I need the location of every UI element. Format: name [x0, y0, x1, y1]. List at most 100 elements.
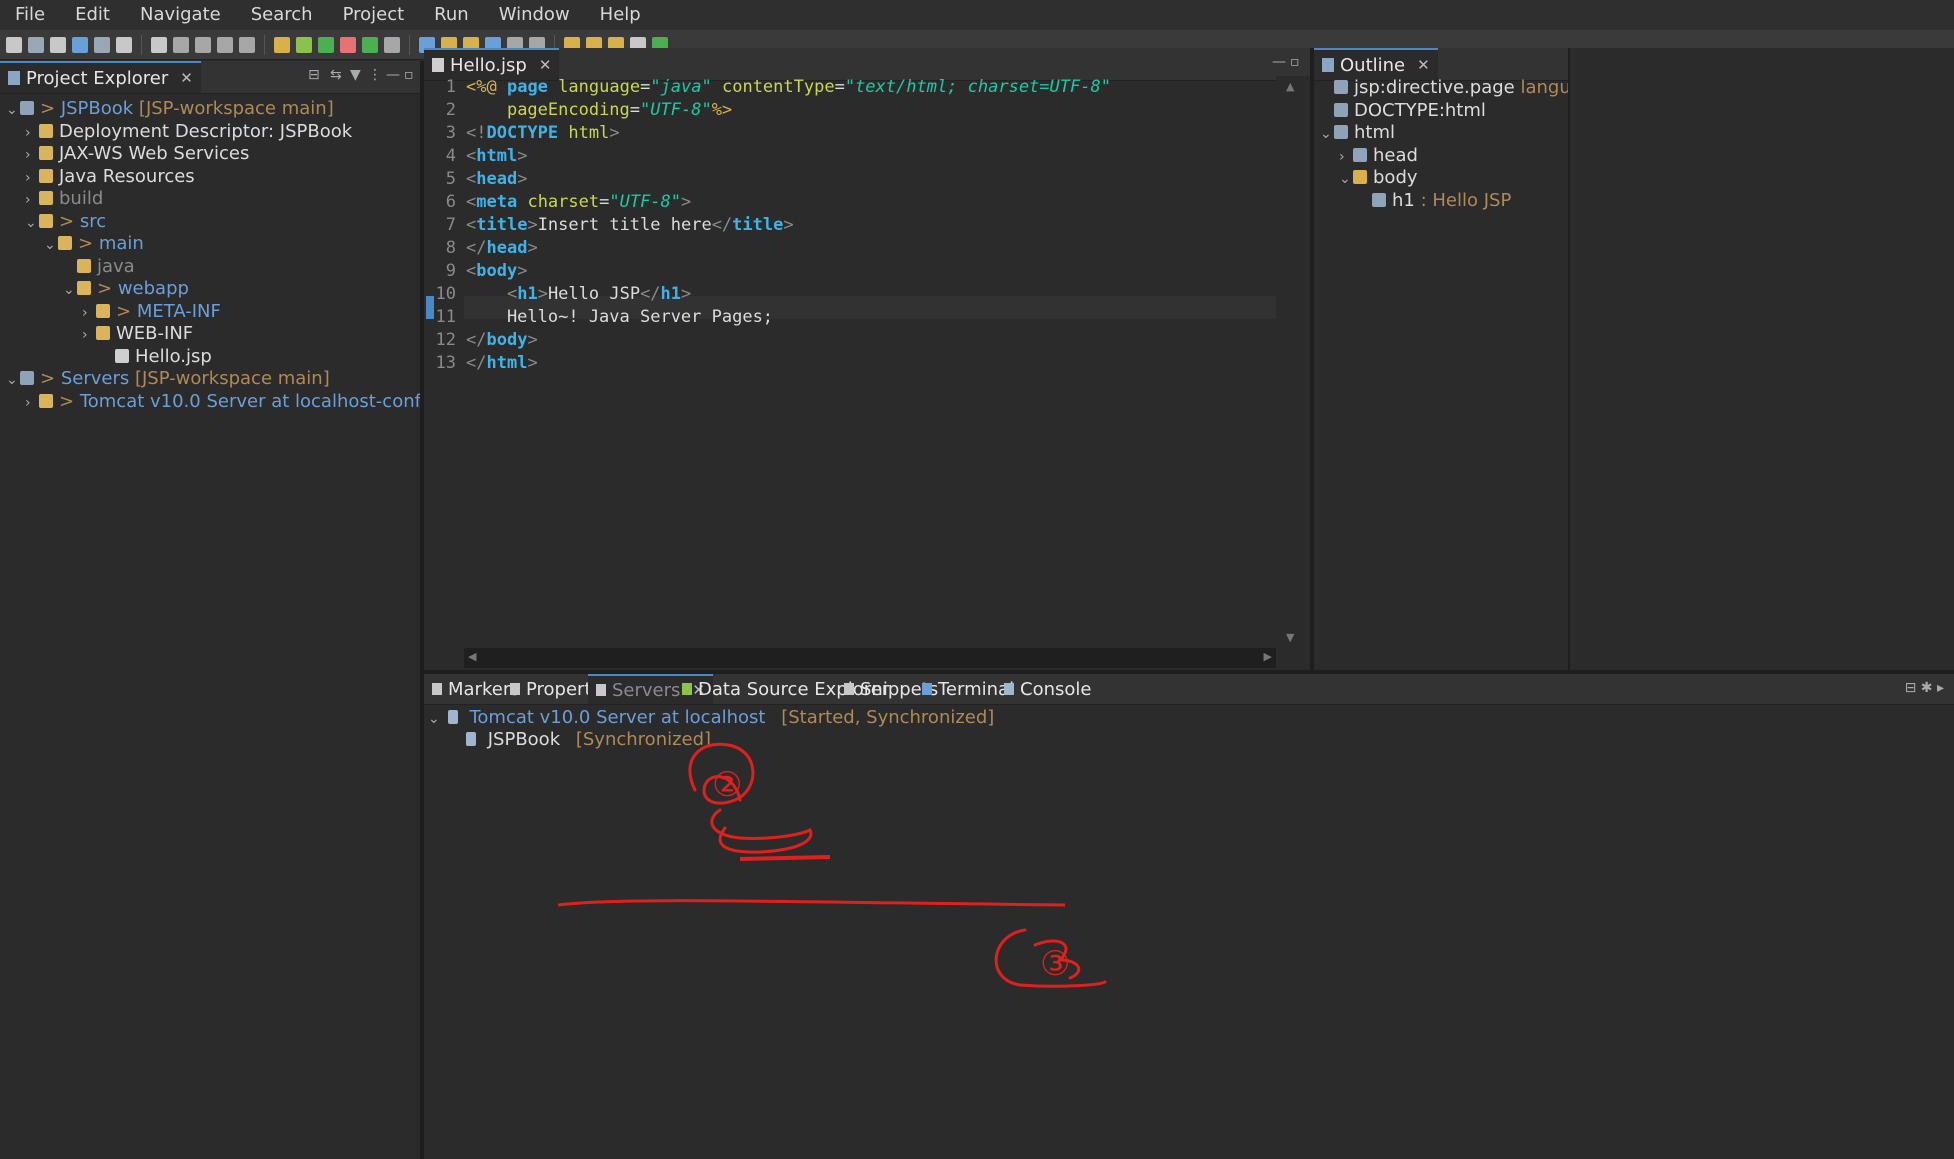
collapse-arrow-icon[interactable]: ⌄	[63, 276, 77, 304]
folder-icon	[39, 123, 53, 138]
outline-tree: jsp:directive.page language=javaDOCTYPE:…	[1314, 74, 1657, 374]
view-menu-icon[interactable]: ⋮	[368, 67, 382, 83]
jsp-file-icon	[432, 58, 444, 72]
project-tree: ⌄ > JSPBook [JSP-workspace main] › Deployme…	[0, 95, 437, 1095]
tab-icon	[596, 684, 606, 696]
collapse-arrow-icon[interactable]: ⌄	[6, 366, 20, 394]
scroll-left-icon[interactable]: ◀	[468, 650, 476, 663]
folder-icon	[39, 213, 53, 228]
folder-icon	[77, 281, 91, 295]
dirty-marker: >	[97, 278, 118, 299]
toolbar-button-icon[interactable]	[94, 36, 110, 53]
expand-arrow-icon[interactable]: ›	[82, 321, 96, 349]
bottom-panel: Markers Properties Servers ✕ Data Source Exp…	[424, 674, 1954, 1159]
minimize-icon[interactable]: —	[386, 67, 400, 83]
code-area[interactable]: 1 2 3 4 5 6 7 8 9 10 11 12 13 <%@ page language="jav…	[424, 76, 1310, 670]
tree-item-label: src	[79, 210, 107, 232]
toolbar-button-icon[interactable]	[318, 36, 334, 53]
expand-arrow-icon[interactable]: ›	[25, 389, 39, 417]
menu-item-edit[interactable]: Edit	[60, 0, 125, 30]
tree-item-tomcat-v10-0-server-at-localhost-config[interactable]: › > Tomcat v10.0 Server at localhost-conf…	[25, 388, 437, 416]
toolbar-button-icon[interactable]	[217, 36, 233, 53]
toolbar-button-icon[interactable]	[116, 36, 132, 53]
toolbar-button-icon[interactable]	[274, 36, 290, 53]
tab-project-explorer[interactable]: Project Explorer ✕	[0, 61, 201, 93]
tab-icon	[1004, 683, 1014, 695]
panel-actions: ⊟ ✱ ▸	[1905, 680, 1944, 696]
toolbar-button-icon[interactable]	[151, 36, 167, 53]
line-number: 9	[445, 261, 456, 281]
tab-console[interactable]: Console	[996, 674, 1099, 704]
outline-item-label: body	[1373, 167, 1418, 188]
collapse-icon[interactable]: ⊟	[1905, 680, 1917, 696]
outline-item-label: jsp:directive.page	[1354, 77, 1515, 98]
collapse-arrow-icon[interactable]: ⌄	[25, 209, 39, 237]
menu-item-navigate[interactable]: Navigate	[125, 0, 236, 30]
collapse-arrow-icon[interactable]: ⌄	[1339, 165, 1353, 193]
menu-item-run[interactable]: Run	[419, 0, 484, 30]
menu-bar: File Edit Navigate Search Project Run Window He…	[0, 0, 1954, 30]
toolbar-button-icon[interactable]	[296, 36, 312, 53]
tree-item-label: JAX-WS Web Services	[59, 143, 250, 164]
toolbar-button-icon[interactable]	[384, 36, 400, 53]
line-number: 10	[435, 284, 456, 304]
toolbar-button-icon[interactable]	[50, 36, 66, 53]
code-line-13: </html>	[466, 353, 538, 373]
toolbar-button-icon[interactable]	[195, 36, 211, 53]
dirty-marker: >	[40, 98, 61, 119]
close-icon[interactable]: ✕	[539, 56, 552, 74]
folder-icon	[39, 168, 53, 183]
filter-icon[interactable]: ▼	[350, 67, 361, 83]
toolbar-button-icon[interactable]	[173, 36, 189, 53]
toolbar-button-icon[interactable]	[6, 36, 22, 53]
editor-panel: Hello.jsp ✕ — ▫ 1 2 3 4 5 6 7 8 9 10 11 12 13 <%@ pa…	[424, 48, 1310, 670]
project-explorer-panel: Project Explorer ✕ ⊟ ⇆ ▼ ⋮ — ▫ ⌄ > JSPBoo…	[0, 61, 437, 1159]
outline-panel: Outline ✕ jsp:directive.page language=ja…	[1314, 48, 1657, 670]
module-row[interactable]: JSPBook [Synchronized]	[466, 726, 711, 754]
minimize-icon[interactable]: —	[1272, 54, 1286, 70]
maximize-icon[interactable]: ▫	[1290, 54, 1300, 70]
collapse-arrow-icon[interactable]: ⌄	[6, 96, 20, 124]
file-icon	[115, 348, 129, 363]
vertical-scrollbar[interactable]: ▲ ▼	[1276, 76, 1310, 648]
line-number: 5	[445, 169, 456, 189]
tree-item-label: main	[98, 233, 144, 254]
start-server-icon[interactable]: ▸	[1937, 680, 1944, 696]
line-number: 1	[445, 77, 456, 97]
menu-item-search[interactable]: Search	[236, 0, 328, 30]
outline-item-h1[interactable]: h1 : Hello JSP	[1358, 187, 1511, 215]
folder-icon	[39, 393, 53, 408]
project-explorer-icon	[8, 71, 20, 85]
tab-label: Console	[1020, 678, 1092, 700]
menu-item-project[interactable]: Project	[328, 0, 420, 30]
line-number: 13	[435, 353, 456, 373]
element-icon	[1353, 147, 1367, 162]
toolbar-button-icon[interactable]	[72, 36, 88, 53]
menu-item-help[interactable]: Help	[585, 0, 656, 30]
close-icon[interactable]: ✕	[180, 69, 193, 87]
menu-item-window[interactable]: Window	[484, 0, 585, 30]
collapse-arrow-icon[interactable]: ⌄	[1320, 120, 1334, 148]
expand-arrow-icon[interactable]: ⌄	[428, 705, 442, 733]
server-status: [Started, Synchronized]	[781, 707, 995, 728]
close-icon[interactable]: ✕	[1417, 56, 1430, 74]
collapse-arrow-icon[interactable]: ⌄	[44, 231, 58, 259]
maximize-icon[interactable]: ▫	[404, 67, 414, 83]
tree-item-label: webapp	[117, 278, 189, 299]
element-icon	[1334, 102, 1348, 117]
dirty-marker: >	[116, 300, 137, 322]
scroll-down-icon[interactable]: ▼	[1286, 631, 1294, 644]
tree-item-label: Java Resources	[59, 165, 195, 187]
collapse-all-icon[interactable]: ⊟	[308, 67, 320, 83]
new-server-icon[interactable]: ✱	[1921, 680, 1933, 696]
line-number: 7	[445, 215, 456, 235]
scroll-up-icon[interactable]: ▲	[1286, 80, 1294, 93]
toolbar-button-icon[interactable]	[239, 36, 255, 53]
horizontal-scrollbar[interactable]: ◀ ▶	[464, 648, 1276, 668]
toolbar-button-icon[interactable]	[28, 36, 44, 53]
link-editor-icon[interactable]: ⇆	[330, 67, 342, 83]
scroll-right-icon[interactable]: ▶	[1264, 650, 1272, 663]
menu-item-file[interactable]: File	[0, 0, 60, 30]
toolbar-button-icon[interactable]	[340, 36, 356, 53]
toolbar-button-icon[interactable]	[362, 36, 378, 53]
